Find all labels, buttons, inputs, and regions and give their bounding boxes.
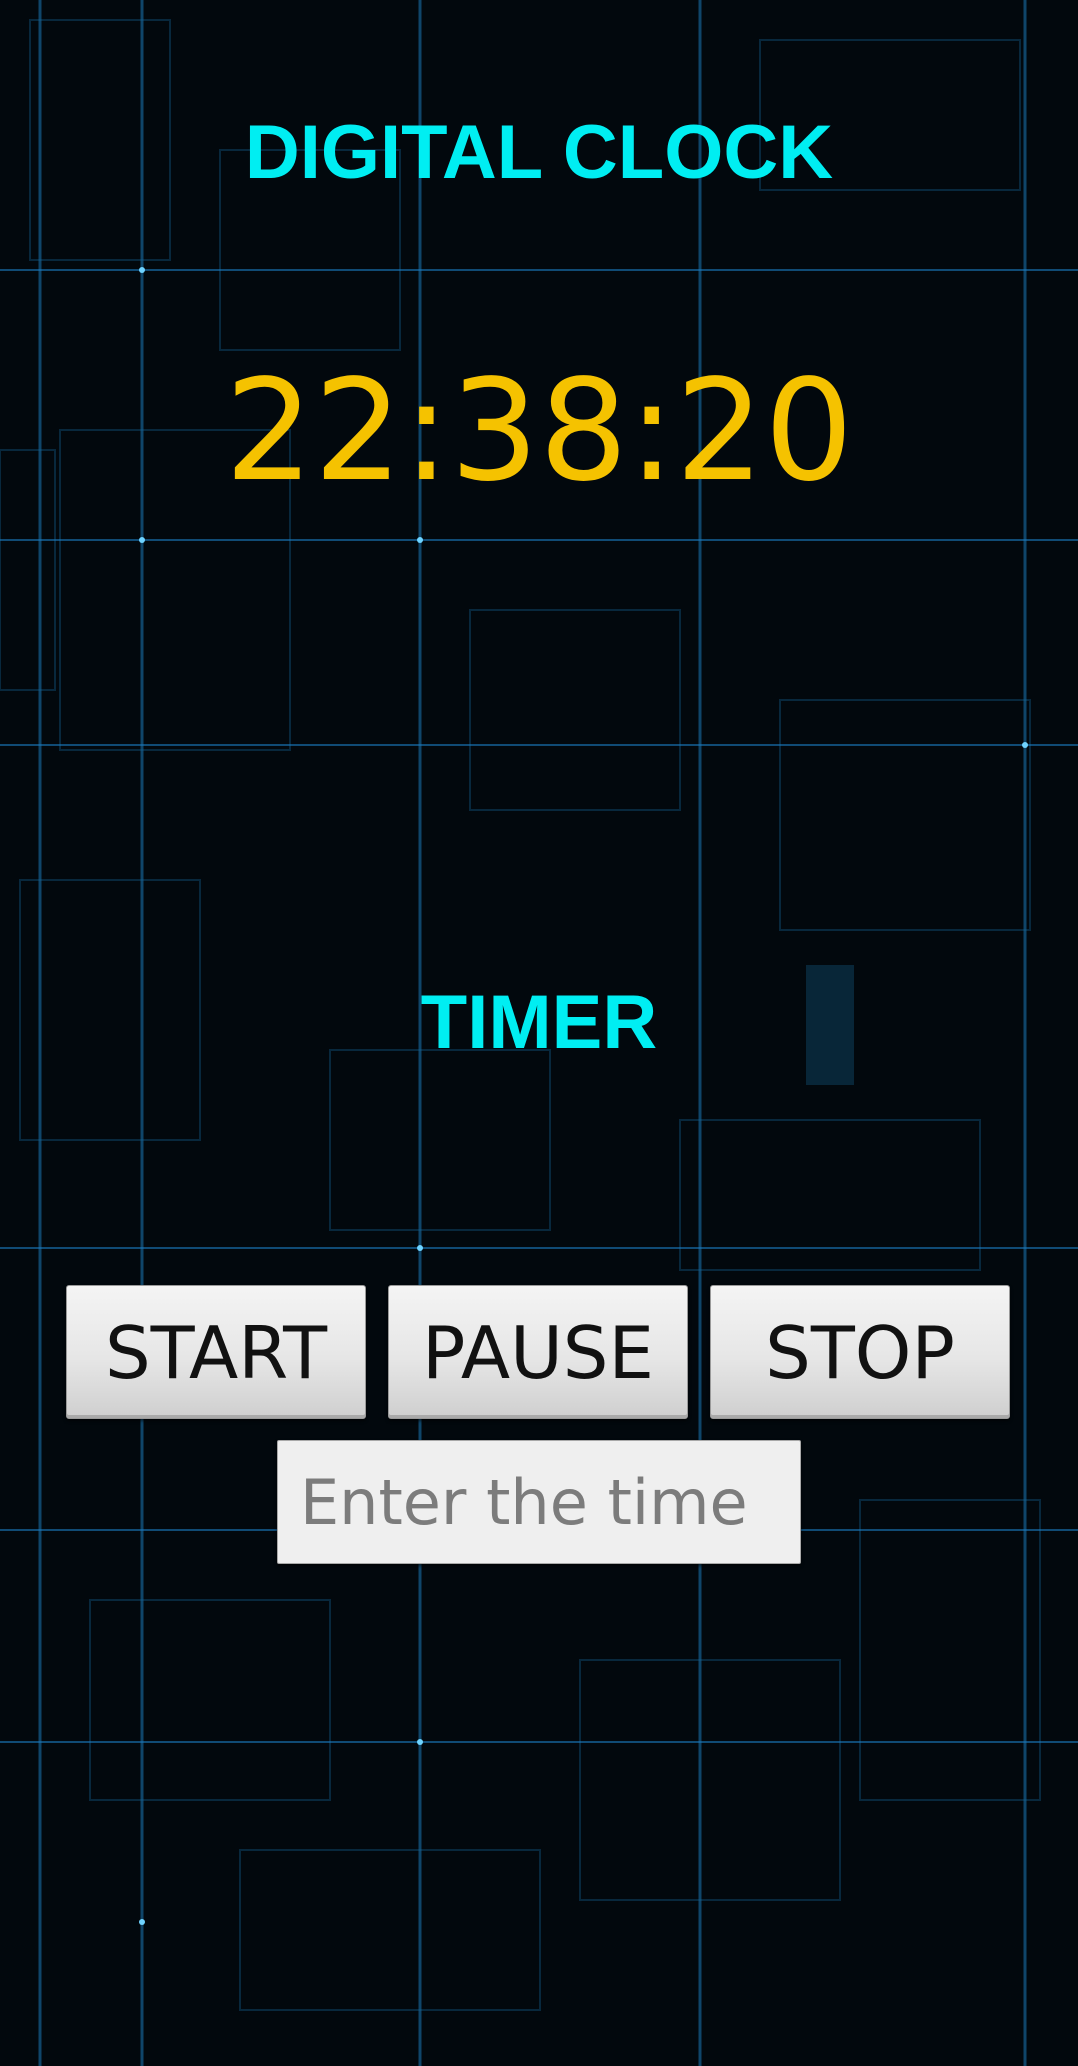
clock-time-display: 22:38:20 [224, 350, 854, 513]
start-button[interactable]: START [66, 1285, 366, 1419]
stop-button[interactable]: STOP [710, 1285, 1010, 1419]
timer-title: TIMER [420, 980, 658, 1065]
digital-clock-title: DIGITAL CLOCK [244, 110, 834, 195]
time-input[interactable] [277, 1440, 801, 1564]
pause-button[interactable]: PAUSE [388, 1285, 688, 1419]
